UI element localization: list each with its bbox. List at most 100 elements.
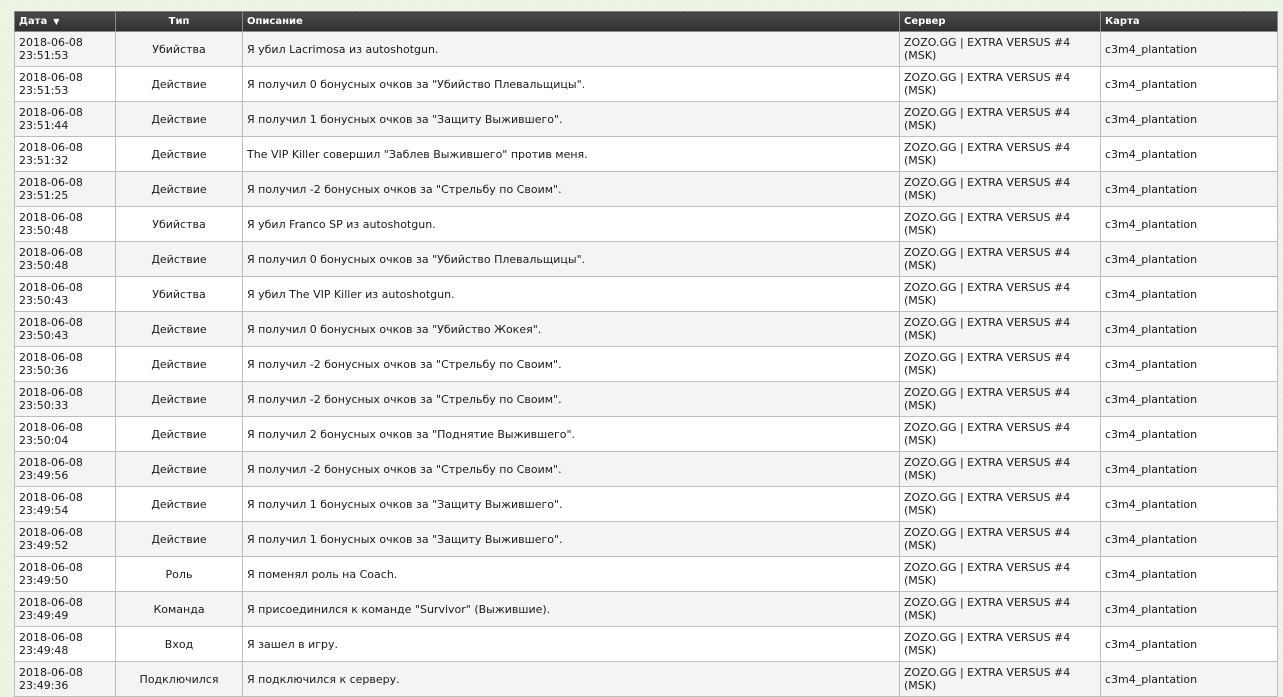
cell-date-time: 23:49:48 <box>19 644 69 657</box>
cell-type: Действие <box>115 171 243 207</box>
table-row: 2018-06-08 23:50:33 Действие Я получил -2 б… <box>14 381 1278 417</box>
cell-server: ZOZO.GG | EXTRA VERSUS #4 (MSK) <box>899 101 1101 137</box>
cell-date: 2018-06-08 23:50:48 <box>14 241 116 277</box>
cell-date-day: 2018-06-08 <box>19 246 83 259</box>
column-header-type[interactable]: Тип <box>115 11 243 32</box>
cell-description: Я получил 0 бонусных очков за "Убийство … <box>242 241 900 277</box>
cell-description: Я подключился к серверу. <box>242 661 900 697</box>
cell-date-day: 2018-06-08 <box>19 71 83 84</box>
cell-type: Убийства <box>115 206 243 242</box>
table-header-row: Дата ▼ Тип Описание Сервер Карта <box>14 11 1278 32</box>
cell-type: Вход <box>115 626 243 662</box>
cell-date-day: 2018-06-08 <box>19 526 83 539</box>
cell-server: ZOZO.GG | EXTRA VERSUS #4 (MSK) <box>899 171 1101 207</box>
cell-date: 2018-06-08 23:49:54 <box>14 486 116 522</box>
cell-description: Я зашел в игру. <box>242 626 900 662</box>
cell-map: c3m4_plantation <box>1100 591 1278 627</box>
cell-map: c3m4_plantation <box>1100 416 1278 452</box>
cell-type: Убийства <box>115 276 243 312</box>
cell-date-time: 23:50:36 <box>19 364 69 377</box>
cell-type: Роль <box>115 556 243 592</box>
cell-map: c3m4_plantation <box>1100 171 1278 207</box>
cell-map: c3m4_plantation <box>1100 311 1278 347</box>
cell-map: c3m4_plantation <box>1100 101 1278 137</box>
cell-description: Я получил -2 бонусных очков за "Стрельбу… <box>242 171 900 207</box>
cell-type: Действие <box>115 311 243 347</box>
cell-description: Я получил 0 бонусных очков за "Убийство … <box>242 66 900 102</box>
cell-type: Действие <box>115 521 243 557</box>
cell-date: 2018-06-08 23:50:43 <box>14 276 116 312</box>
cell-date: 2018-06-08 23:50:48 <box>14 206 116 242</box>
table-row: 2018-06-08 23:49:48 Вход Я зашел в игру. ZOZ… <box>14 626 1278 662</box>
cell-date: 2018-06-08 23:50:43 <box>14 311 116 347</box>
table-row: 2018-06-08 23:50:48 Убийства Я убил Franco … <box>14 206 1278 242</box>
cell-description: Я получил 0 бонусных очков за "Убийство … <box>242 311 900 347</box>
table-row: 2018-06-08 23:50:43 Действие Я получил 0 бо… <box>14 311 1278 347</box>
cell-date-day: 2018-06-08 <box>19 456 83 469</box>
table-row: 2018-06-08 23:51:44 Действие Я получил 1 бо… <box>14 101 1278 137</box>
cell-server: ZOZO.GG | EXTRA VERSUS #4 (MSK) <box>899 31 1101 67</box>
cell-date-day: 2018-06-08 <box>19 141 83 154</box>
cell-map: c3m4_plantation <box>1100 381 1278 417</box>
cell-map: c3m4_plantation <box>1100 521 1278 557</box>
cell-date-time: 23:51:53 <box>19 84 69 97</box>
cell-date: 2018-06-08 23:50:33 <box>14 381 116 417</box>
table-row: 2018-06-08 23:49:54 Действие Я получил 1 бо… <box>14 486 1278 522</box>
cell-type: Убийства <box>115 31 243 67</box>
cell-map: c3m4_plantation <box>1100 136 1278 172</box>
table-row: 2018-06-08 23:51:53 Действие Я получил 0 бо… <box>14 66 1278 102</box>
cell-date-time: 23:50:48 <box>19 224 69 237</box>
cell-date-time: 23:49:49 <box>19 609 69 622</box>
cell-date: 2018-06-08 23:49:56 <box>14 451 116 487</box>
cell-map: c3m4_plantation <box>1100 556 1278 592</box>
cell-server: ZOZO.GG | EXTRA VERSUS #4 (MSK) <box>899 416 1101 452</box>
cell-type: Действие <box>115 451 243 487</box>
cell-description: Я убил Franco SP из autoshotgun. <box>242 206 900 242</box>
cell-date-day: 2018-06-08 <box>19 491 83 504</box>
cell-date-time: 23:49:52 <box>19 539 69 552</box>
cell-date: 2018-06-08 23:50:04 <box>14 416 116 452</box>
cell-map: c3m4_plantation <box>1100 241 1278 277</box>
column-header-server[interactable]: Сервер <box>899 11 1101 32</box>
column-header-date-label: Дата <box>19 16 48 27</box>
cell-date-time: 23:51:32 <box>19 154 69 167</box>
column-header-description[interactable]: Описание <box>242 11 900 32</box>
cell-date-time: 23:49:56 <box>19 469 69 482</box>
cell-type: Подключился <box>115 661 243 697</box>
cell-server: ZOZO.GG | EXTRA VERSUS #4 (MSK) <box>899 311 1101 347</box>
sort-descending-icon[interactable]: ▼ <box>53 17 59 26</box>
cell-description: Я получил -2 бонусных очков за "Стрельбу… <box>242 381 900 417</box>
cell-description: The VIP Killer совершил "Заблев Выжившег… <box>242 136 900 172</box>
cell-description: Я убил The VIP Killer из autoshotgun. <box>242 276 900 312</box>
cell-type: Действие <box>115 136 243 172</box>
cell-date: 2018-06-08 23:51:53 <box>14 31 116 67</box>
column-header-date[interactable]: Дата ▼ <box>14 11 116 32</box>
cell-server: ZOZO.GG | EXTRA VERSUS #4 (MSK) <box>899 241 1101 277</box>
cell-type: Команда <box>115 591 243 627</box>
cell-map: c3m4_plantation <box>1100 206 1278 242</box>
cell-type: Действие <box>115 101 243 137</box>
cell-date-time: 23:50:33 <box>19 399 69 412</box>
cell-date-day: 2018-06-08 <box>19 211 83 224</box>
cell-server: ZOZO.GG | EXTRA VERSUS #4 (MSK) <box>899 486 1101 522</box>
cell-map: c3m4_plantation <box>1100 486 1278 522</box>
cell-server: ZOZO.GG | EXTRA VERSUS #4 (MSK) <box>899 381 1101 417</box>
cell-map: c3m4_plantation <box>1100 346 1278 382</box>
cell-server: ZOZO.GG | EXTRA VERSUS #4 (MSK) <box>899 276 1101 312</box>
cell-date: 2018-06-08 23:49:49 <box>14 591 116 627</box>
event-log-table-container: Дата ▼ Тип Описание Сервер Карта 2018-06-… <box>14 11 1278 697</box>
cell-server: ZOZO.GG | EXTRA VERSUS #4 (MSK) <box>899 451 1101 487</box>
table-row: 2018-06-08 23:50:48 Действие Я получил 0 бо… <box>14 241 1278 277</box>
column-header-map[interactable]: Карта <box>1100 11 1278 32</box>
cell-date-time: 23:51:44 <box>19 119 69 132</box>
cell-map: c3m4_plantation <box>1100 626 1278 662</box>
cell-type: Действие <box>115 381 243 417</box>
cell-server: ZOZO.GG | EXTRA VERSUS #4 (MSK) <box>899 346 1101 382</box>
table-row: 2018-06-08 23:51:53 Убийства Я убил Lacrimo… <box>14 31 1278 67</box>
table-row: 2018-06-08 23:49:49 Команда Я присоединился… <box>14 591 1278 627</box>
cell-date-time: 23:50:04 <box>19 434 69 447</box>
cell-date-day: 2018-06-08 <box>19 106 83 119</box>
cell-date-day: 2018-06-08 <box>19 596 83 609</box>
cell-server: ZOZO.GG | EXTRA VERSUS #4 (MSK) <box>899 521 1101 557</box>
cell-date: 2018-06-08 23:49:36 <box>14 661 116 697</box>
